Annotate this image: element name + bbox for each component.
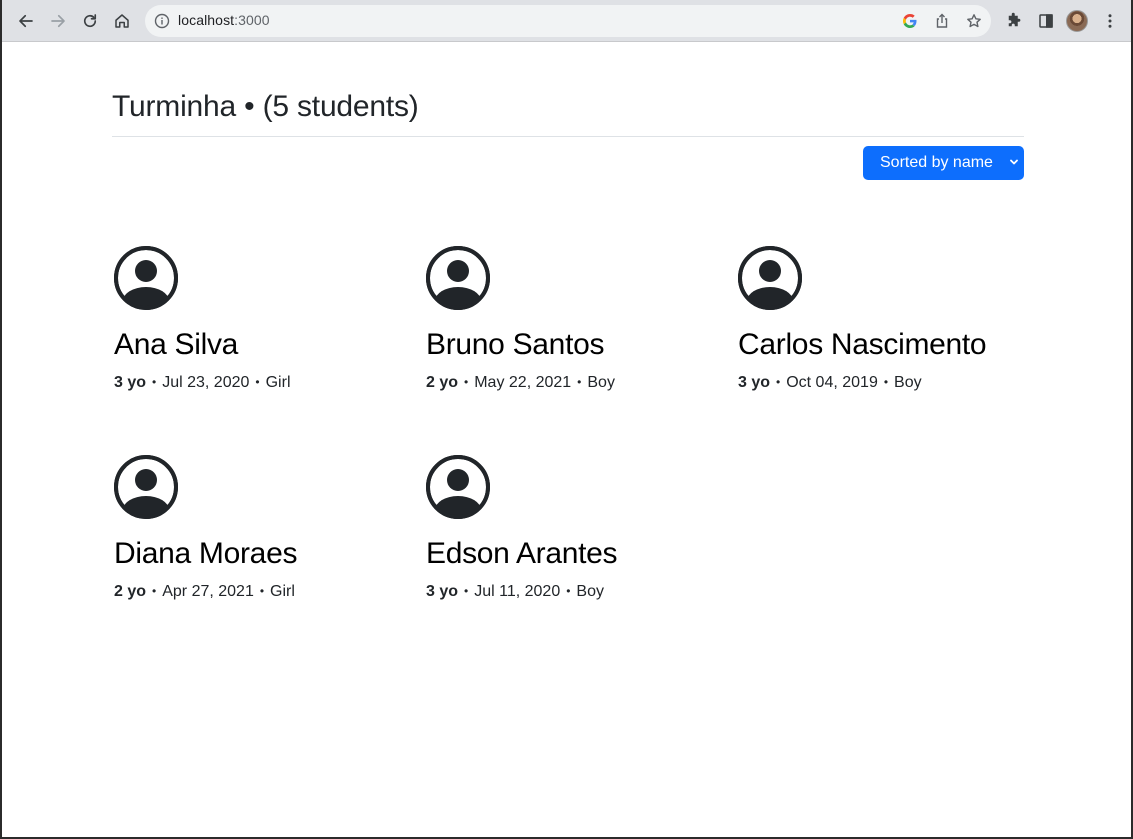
- dot-separator: •: [566, 584, 571, 598]
- student-birthdate: May 22, 2021: [474, 374, 572, 391]
- forward-icon[interactable]: [44, 7, 72, 35]
- student-details: 3 yo • Jul 23, 2020 • Girl: [114, 374, 291, 392]
- dot-separator: •: [152, 375, 157, 389]
- student-age: 3 yo: [426, 583, 459, 600]
- student-name: Bruno Santos: [426, 328, 605, 361]
- extensions-icon[interactable]: [1000, 7, 1028, 35]
- star-icon[interactable]: [964, 11, 984, 31]
- student-details: 3 yo • Jul 11, 2020 • Boy: [426, 583, 604, 601]
- student-gender: Girl: [270, 583, 295, 600]
- reload-icon[interactable]: [76, 7, 104, 35]
- student-birthdate: Apr 27, 2021: [162, 583, 254, 600]
- browser-toolbar: localhost:3000: [2, 0, 1131, 42]
- student-birthdate: Oct 04, 2019: [786, 374, 878, 391]
- student-age: 3 yo: [738, 374, 771, 391]
- student-name: Diana Moraes: [114, 537, 298, 570]
- student-card[interactable]: Edson Arantes 3 yo • Jul 11, 2020 • Boy: [424, 455, 724, 615]
- student-card[interactable]: Ana Silva 3 yo • Jul 23, 2020 • Girl: [112, 246, 412, 406]
- person-circle-icon: [426, 246, 490, 310]
- info-icon[interactable]: [154, 13, 170, 29]
- dot-separator: •: [464, 375, 469, 389]
- chevron-down-icon: [1010, 159, 1018, 165]
- student-count: (5 students): [262, 90, 419, 123]
- person-circle-icon: [738, 246, 802, 310]
- student-gender: Boy: [587, 374, 615, 391]
- title-divider: [112, 136, 1024, 137]
- student-birthdate: Jul 23, 2020: [162, 374, 250, 391]
- student-gender: Boy: [576, 583, 604, 600]
- dot-separator: •: [464, 584, 469, 598]
- class-name: Turminha: [112, 90, 236, 123]
- dot-separator: •: [255, 375, 260, 389]
- address-bar[interactable]: localhost:3000: [145, 5, 991, 37]
- student-card[interactable]: Carlos Nascimento 3 yo • Oct 04, 2019 • Boy: [736, 246, 1036, 406]
- person-circle-icon: [114, 246, 178, 310]
- url-host: localhost: [178, 12, 235, 28]
- student-birthdate: Jul 11, 2020: [474, 583, 561, 600]
- student-name: Ana Silva: [114, 328, 239, 361]
- sort-select-label: Sorted by name: [880, 154, 993, 171]
- student-card[interactable]: Diana Moraes 2 yo • Apr 27, 2021 • Girl: [112, 455, 412, 615]
- dot-separator: •: [883, 375, 889, 389]
- side-panel-icon[interactable]: [1032, 7, 1060, 35]
- student-age: 2 yo: [114, 583, 147, 600]
- browser-window: localhost:3000 Turminha • (5 students) S…: [0, 0, 1133, 839]
- student-age: 3 yo: [114, 374, 147, 391]
- student-name: Carlos Nascimento: [738, 328, 987, 361]
- student-name: Edson Arantes: [426, 537, 618, 570]
- student-details: 2 yo • May 22, 2021 • Boy: [426, 374, 615, 392]
- url-text: localhost:3000: [178, 12, 270, 28]
- sort-select[interactable]: Sorted by name: [863, 146, 1024, 180]
- profile-avatar[interactable]: [1066, 10, 1088, 32]
- home-icon[interactable]: [108, 7, 136, 35]
- dot-separator: •: [152, 584, 157, 598]
- title-separator: •: [244, 90, 255, 123]
- more-menu-icon[interactable]: [1096, 7, 1124, 35]
- back-icon[interactable]: [12, 7, 40, 35]
- google-icon[interactable]: [900, 11, 920, 31]
- student-gender: Boy: [894, 374, 922, 391]
- student-card[interactable]: Bruno Santos 2 yo • May 22, 2021 • Boy: [424, 246, 724, 406]
- person-circle-icon: [114, 455, 178, 519]
- share-icon[interactable]: [932, 11, 952, 31]
- person-circle-icon: [426, 455, 490, 519]
- student-details: 2 yo • Apr 27, 2021 • Girl: [114, 583, 295, 601]
- student-details: 3 yo • Oct 04, 2019 • Boy: [738, 374, 922, 392]
- dot-separator: •: [776, 375, 781, 389]
- dot-separator: •: [259, 584, 265, 598]
- dot-separator: •: [577, 375, 582, 389]
- page-title: Turminha • (5 students): [112, 90, 419, 124]
- student-gender: Girl: [265, 374, 291, 391]
- url-port: :3000: [234, 12, 270, 28]
- student-age: 2 yo: [426, 374, 459, 391]
